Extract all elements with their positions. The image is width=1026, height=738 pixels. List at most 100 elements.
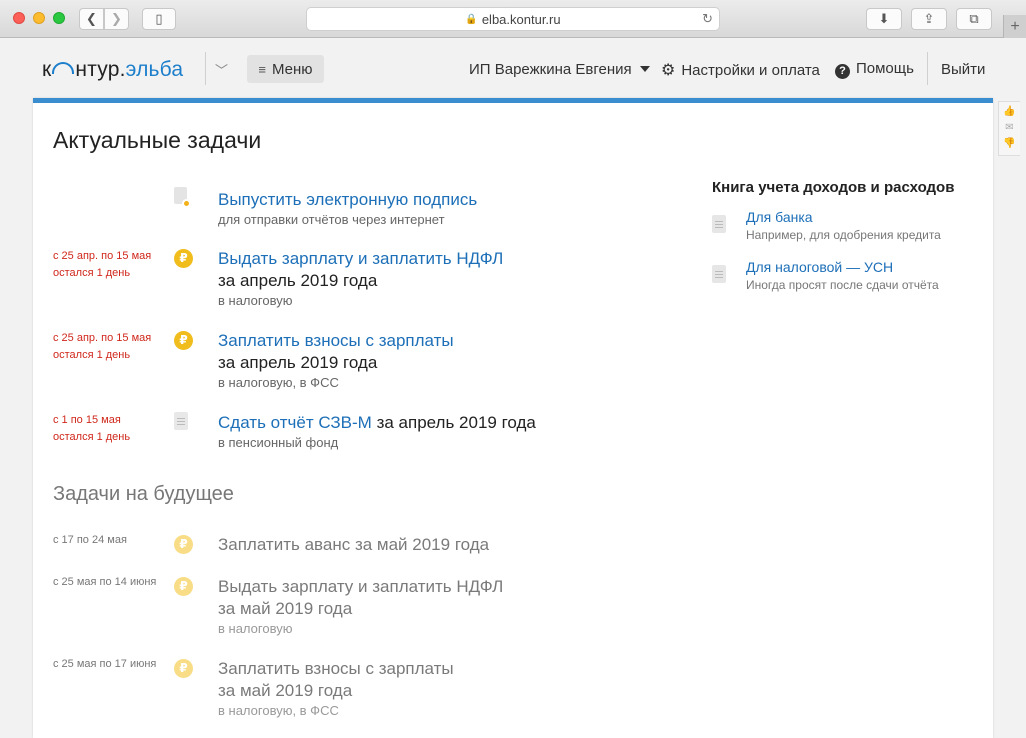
task-deadline: с 25 апр. по 15 мая остался 1 день [53,330,173,364]
task-sub: в пенсионный фонд [218,435,339,450]
gear-icon: ⚙ [661,62,676,79]
task-period: за апрель 2019 года [218,271,378,290]
task-body: Сдать отчёт СЗВ-М за апрель 2019 года в … [218,412,536,452]
tasks-card: Актуальные задачи Выпустить электронную … [33,98,993,738]
share-icon: ⇪ [923,11,935,26]
user-menu[interactable]: ИП Варежкина Евгения [469,61,650,78]
help-label: Помощь [856,60,914,77]
settings-link[interactable]: ⚙ Настройки и оплата [661,60,820,80]
task-deadline: с 17 по 24 мая [53,534,127,546]
task-sub: в налоговую, в ФСС [218,703,339,718]
task-deadline: с 25 мая по 17 июня [53,658,157,670]
zoom-window-button[interactable] [53,12,65,24]
task-sub: в налоговую, в ФСС [218,375,339,390]
document-icon [174,412,188,430]
task-body: Выдать зарплату и заплатить НДФЛ за май … [218,576,503,638]
future-tasks-title: Задачи на будущее [53,483,234,505]
chevron-down-icon[interactable]: ﹀ [215,60,228,79]
task-title-line: Сдать отчёт СЗВ-М за апрель 2019 года [218,412,536,434]
menu-label: Меню [272,60,313,78]
signature-icon [174,187,191,208]
divider [205,52,206,85]
user-name: ИП Варежкина Евгения [469,61,632,78]
settings-label: Настройки и оплата [681,62,820,79]
task-sub: в налоговую [218,621,293,636]
task-link[interactable]: Выпустить электронную подпись [218,189,477,211]
ledger-item-sub: Например, для одобрения кредита [746,228,941,242]
task-period: за апрель 2019 года [371,413,536,432]
task-link[interactable]: Выдать зарплату и заплатить НДФЛ [218,248,503,270]
tabs-icon: ⧉ [969,11,979,26]
task-link[interactable]: Заплатить аванс за май 2019 года [218,534,489,556]
forward-button[interactable]: ❯ [104,8,129,30]
logo[interactable]: к нтур.эльба [42,58,183,82]
ledger-item-title[interactable]: Для налоговой — УСН [746,259,893,275]
deadline-remaining: остался 1 день [53,349,131,361]
logo-text-1: к [42,58,52,81]
deadline-remaining: остался 1 день [53,267,131,279]
task-body: Заплатить аванс за май 2019 года [218,534,489,556]
share-button[interactable]: ⇪ [911,8,947,30]
download-icon: ⬇ [878,11,890,26]
tabs-overview-button[interactable]: ⧉ [956,8,992,30]
ruble-icon: ₽ [174,331,193,350]
task-link[interactable]: Выдать зарплату и заплатить НДФЛ [218,576,503,598]
ledger-item-title[interactable]: Для банка [746,209,813,225]
menu-button[interactable]: ≡ Меню [247,55,324,83]
task-period: за май 2019 года [218,599,353,618]
hamburger-icon: ≡ [258,61,267,77]
close-window-button[interactable] [13,12,25,24]
logo-text-3: эльба [125,58,184,81]
task-deadline: с 1 по 15 мая остался 1 день [53,412,173,446]
task-sub: для отправки отчётов через интернет [218,212,445,227]
feedback-widget[interactable]: 👍 ✉ 👎 [998,101,1020,156]
deadline-remaining: остался 1 день [53,431,131,443]
caret-down-icon [639,66,650,72]
ledger-title: Книга учета доходов и расходов [712,179,955,196]
task-link[interactable]: Заплатить взносы с зарплаты [218,330,454,352]
ruble-icon: ₽ [174,659,193,678]
document-icon [712,265,726,283]
downloads-button[interactable]: ⬇ [866,8,902,30]
document-icon [712,215,726,233]
new-tab-button[interactable]: + [1003,15,1026,38]
cloud-icon [52,62,75,74]
minimize-window-button[interactable] [33,12,45,24]
thumbs-down-icon[interactable]: 👎 [999,136,1020,152]
task-link[interactable]: Сдать отчёт СЗВ-М [218,413,372,432]
sidebar-toggle-button[interactable]: ▯ [142,8,176,30]
address-bar[interactable]: 🔒 elba.kontur.ru ↻ [306,7,720,31]
ruble-icon: ₽ [174,535,193,554]
mail-icon[interactable]: ✉ [999,120,1020,136]
task-sub: в налоговую [218,293,293,308]
help-link[interactable]: ? Помощь [835,60,914,79]
ruble-icon: ₽ [174,577,193,596]
reload-icon[interactable]: ↻ [702,11,713,27]
task-body: Выпустить электронную подпись для отправ… [218,189,477,229]
thumbs-up-icon[interactable]: 👍 [999,104,1020,120]
chevron-left-icon: ❮ [86,11,97,26]
logo-text-2: нтур. [75,58,126,81]
task-body: Заплатить взносы с зарплаты за апрель 20… [218,330,454,392]
task-period: за май 2019 года [218,681,353,700]
url-text: elba.kontur.ru [481,11,561,27]
deadline-range: с 25 апр. по 15 мая [53,332,152,344]
task-deadline: с 25 апр. по 15 мая остался 1 день [53,248,173,282]
logout-link[interactable]: Выйти [941,61,985,78]
sidebar-icon: ▯ [155,11,163,26]
task-period: за апрель 2019 года [218,353,378,372]
browser-toolbar: ❮ ❯ ▯ 🔒 elba.kontur.ru ↻ ⬇ ⇪ ⧉ + [0,0,1026,38]
ledger-item-sub: Иногда просят после сдачи отчёта [746,278,939,292]
task-link[interactable]: Заплатить взносы с зарплаты [218,658,454,680]
back-button[interactable]: ❮ [79,8,104,30]
page-title: Актуальные задачи [53,127,262,153]
deadline-range: с 25 апр. по 15 мая [53,250,152,262]
divider [927,52,928,85]
deadline-range: с 1 по 15 мая [53,414,121,426]
chevron-right-icon: ❯ [111,11,122,26]
help-icon: ? [835,64,850,79]
ruble-icon: ₽ [174,249,193,268]
task-deadline: с 25 мая по 14 июня [53,576,157,588]
task-body: Заплатить взносы с зарплаты за май 2019 … [218,658,454,720]
task-body: Выдать зарплату и заплатить НДФЛ за апре… [218,248,503,310]
